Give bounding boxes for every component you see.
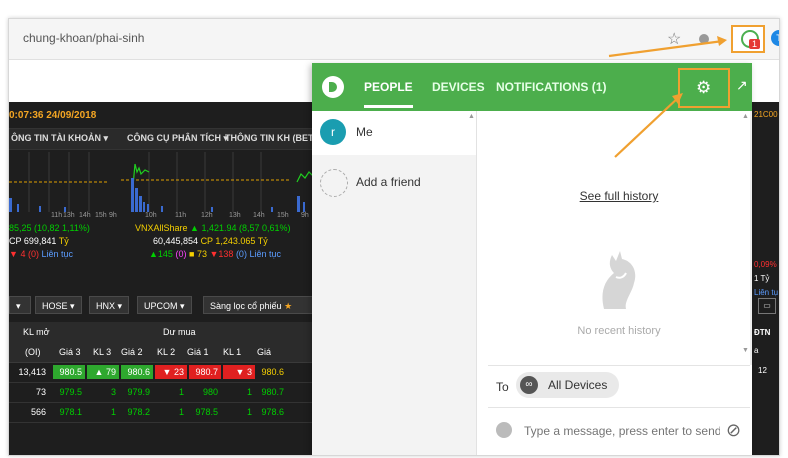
annotation-arrows <box>608 36 727 158</box>
screenshot-frame: chung-khoan/phai-sinh ☆ 1 T 0:07:36 24/0… <box>8 18 780 456</box>
